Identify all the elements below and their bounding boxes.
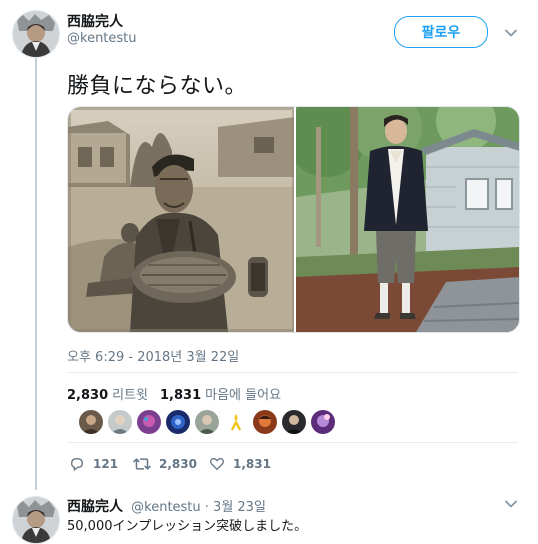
- divider: [67, 442, 518, 443]
- liker-avatar[interactable]: [107, 409, 133, 435]
- retweet-label: 리트윗: [112, 388, 149, 403]
- tweet-text: 勝負にならない。: [67, 74, 248, 99]
- reply-meta[interactable]: @kentestu · 3월 23일: [131, 500, 266, 515]
- reply-icon: [71, 458, 83, 471]
- reply-count: 121: [93, 457, 119, 471]
- avatar-image: [13, 11, 59, 57]
- divider: [67, 372, 518, 373]
- liker-avatar[interactable]: [281, 409, 307, 435]
- chevron-down-icon[interactable]: [504, 26, 518, 40]
- liker-avatar[interactable]: [136, 409, 162, 435]
- retweet-action-count: 2,830: [159, 457, 197, 471]
- reply-avatar-image: [13, 497, 59, 543]
- media-grid: [67, 106, 520, 333]
- liker-avatar[interactable]: [165, 409, 191, 435]
- likers-avatars: [78, 409, 336, 435]
- liker-avatar[interactable]: [194, 409, 220, 435]
- reply-avatar[interactable]: [12, 496, 60, 544]
- like-stat[interactable]: 1,831 마음에 들어요: [160, 384, 281, 403]
- chevron-down-icon[interactable]: [504, 497, 518, 511]
- retweet-stat[interactable]: 2,830 리트윗: [67, 384, 148, 403]
- like-count: 1,831: [160, 388, 202, 403]
- timestamp[interactable]: 오후 6:29 - 2018년 3월 22일: [67, 346, 239, 365]
- photo-man-in-shorts[interactable]: [294, 107, 519, 332]
- follow-button[interactable]: 팔로우: [394, 16, 488, 48]
- engagement-stats: 2,830 리트윗 1,831 마음에 들어요: [67, 384, 281, 403]
- retweet-button[interactable]: 2,830: [133, 456, 209, 472]
- reply-header: 西脇完人 @kentestu · 3월 23일: [67, 496, 266, 516]
- reply-button[interactable]: 121: [69, 456, 133, 472]
- like-button[interactable]: 1,831: [209, 456, 271, 472]
- photo-soldier[interactable]: [68, 107, 294, 332]
- liker-avatar[interactable]: [223, 409, 249, 435]
- liker-avatar[interactable]: [252, 409, 278, 435]
- liker-avatar[interactable]: [310, 409, 336, 435]
- reply-text: 50,000インプレッション突破しました。: [67, 519, 308, 534]
- like-action-count: 1,831: [233, 457, 271, 471]
- photo-soldier-image: [68, 107, 294, 332]
- author-block[interactable]: 西脇完人 @kentestu: [67, 14, 137, 47]
- reply-display-name[interactable]: 西脇完人: [67, 499, 123, 515]
- heart-icon: [210, 457, 224, 470]
- avatar[interactable]: [12, 10, 60, 58]
- thread-line: [35, 58, 37, 490]
- retweet-icon: [133, 458, 151, 470]
- display-name[interactable]: 西脇完人: [67, 14, 137, 30]
- liker-avatar[interactable]: [78, 409, 104, 435]
- photo-man-in-shorts-image: [296, 107, 519, 332]
- like-label: 마음에 들어요: [205, 388, 282, 403]
- tweet-actions: 121 2,830 1,831: [69, 456, 271, 472]
- retweet-count: 2,830: [67, 388, 109, 403]
- username[interactable]: @kentestu: [67, 31, 137, 47]
